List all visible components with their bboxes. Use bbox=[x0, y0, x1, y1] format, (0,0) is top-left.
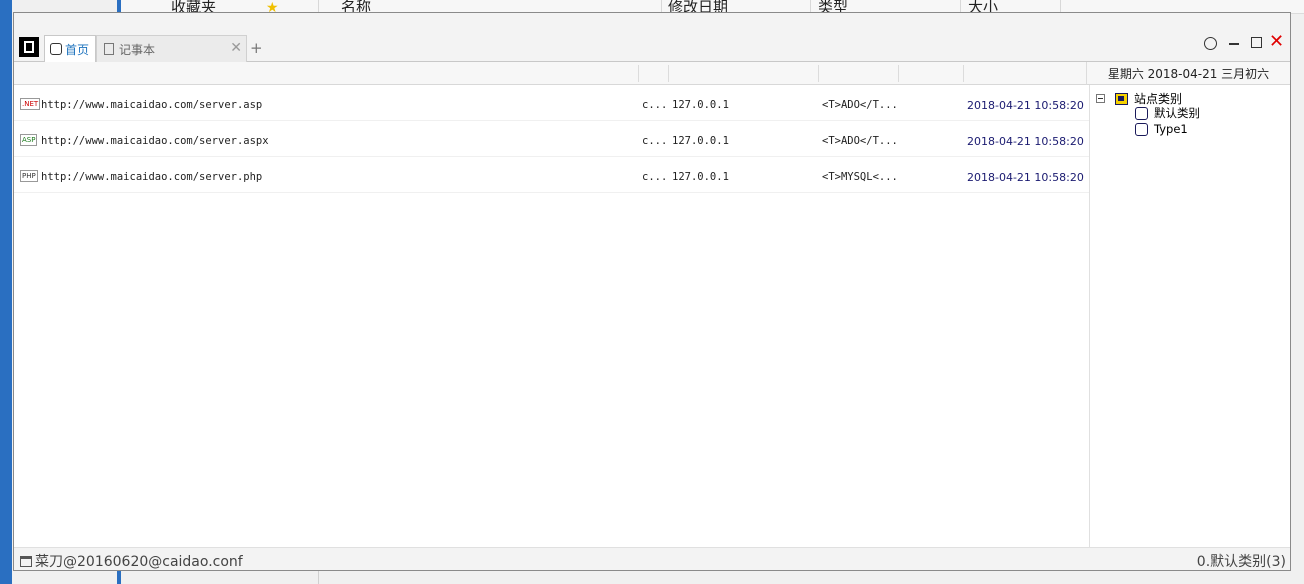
tree-item-label: 默认类别 bbox=[1154, 106, 1200, 120]
status-config-text: 菜刀@20160620@caidao.conf bbox=[35, 554, 243, 570]
category-root-icon bbox=[1115, 92, 1128, 105]
app-logo-icon[interactable] bbox=[19, 37, 39, 57]
table-row[interactable]: ASP http://www.maicaidao.com/server.aspx… bbox=[14, 121, 1089, 157]
tab-notepad[interactable]: 记事本 ✕ bbox=[96, 35, 247, 63]
row-db-type: <T>MYSQL<... bbox=[822, 171, 898, 183]
row-url: http://www.maicaidao.com/server.asp bbox=[41, 99, 263, 111]
row-config: c... bbox=[642, 99, 668, 111]
row-db-type: <T>ADO</T... bbox=[822, 135, 898, 147]
background-bottom-area bbox=[121, 570, 1304, 584]
row-ip: 127.0.0.1 bbox=[672, 99, 729, 111]
tab-notepad-label: 记事本 bbox=[119, 42, 156, 57]
status-bar: 菜刀@20160620@caidao.conf 0.默认类别(3) bbox=[14, 547, 1290, 570]
tree-item-label: Type1 bbox=[1154, 122, 1188, 136]
status-category-count: 0.默认类别(3) bbox=[1196, 554, 1286, 570]
maximize-icon[interactable] bbox=[1251, 37, 1262, 48]
background-bottom-separator bbox=[318, 570, 319, 584]
caidao-app-window: 首页 记事本 ✕ + ✕ 星期六 2018-04-21 三月初六 .NET ht… bbox=[13, 12, 1291, 571]
category-tree: 站点类别 默认类别 Type1 bbox=[1090, 85, 1290, 547]
asp-icon: ASP bbox=[20, 134, 38, 146]
home-tab-icon bbox=[50, 43, 62, 55]
column-separator[interactable] bbox=[668, 65, 669, 82]
tab-home-label: 首页 bbox=[65, 42, 90, 57]
tab-close-icon[interactable]: ✕ bbox=[230, 40, 242, 56]
tree-item-default-category[interactable]: 默认类别 bbox=[1135, 105, 1200, 121]
row-db-type: <T>ADO</T... bbox=[822, 99, 898, 111]
close-window-icon[interactable]: ✕ bbox=[1269, 31, 1284, 52]
dotnet-icon: .NET bbox=[20, 98, 41, 110]
column-separator[interactable] bbox=[638, 65, 639, 82]
table-row[interactable]: .NET http://www.maicaidao.com/server.asp… bbox=[14, 85, 1089, 121]
date-header: 星期六 2018-04-21 三月初六 bbox=[1086, 62, 1290, 85]
window-icon bbox=[20, 555, 32, 567]
column-separator[interactable] bbox=[818, 65, 819, 82]
row-ip: 127.0.0.1 bbox=[672, 135, 729, 147]
php-icon: PHP bbox=[20, 170, 38, 182]
row-url: http://www.maicaidao.com/server.php bbox=[41, 171, 263, 183]
row-url: http://www.maicaidao.com/server.aspx bbox=[41, 135, 269, 147]
column-separator[interactable] bbox=[898, 65, 899, 82]
tree-item-type1[interactable]: Type1 bbox=[1135, 122, 1188, 136]
background-window-border bbox=[0, 0, 12, 584]
column-separator[interactable] bbox=[963, 65, 964, 82]
list-column-header bbox=[14, 62, 1086, 85]
row-config: c... bbox=[642, 171, 668, 183]
row-ip: 127.0.0.1 bbox=[672, 171, 729, 183]
category-icon bbox=[1135, 122, 1148, 136]
add-tab-button[interactable]: + bbox=[250, 39, 263, 57]
row-time: 2018-04-21 10:58:20 bbox=[967, 171, 1084, 184]
minimize-icon[interactable] bbox=[1229, 43, 1239, 45]
site-list: .NET http://www.maicaidao.com/server.asp… bbox=[14, 85, 1090, 547]
row-config: c... bbox=[642, 135, 668, 147]
row-time: 2018-04-21 10:58:20 bbox=[967, 99, 1084, 112]
row-time: 2018-04-21 10:58:20 bbox=[967, 135, 1084, 148]
tab-home[interactable]: 首页 bbox=[44, 35, 96, 63]
collapse-toggle-icon[interactable] bbox=[1096, 94, 1105, 103]
title-bar: 首页 记事本 ✕ + ✕ bbox=[14, 13, 1290, 63]
status-config: 菜刀@20160620@caidao.conf bbox=[20, 551, 243, 571]
circle-button-icon[interactable] bbox=[1204, 37, 1217, 50]
category-icon bbox=[1135, 106, 1148, 120]
document-icon bbox=[104, 43, 114, 55]
table-row[interactable]: PHP http://www.maicaidao.com/server.php … bbox=[14, 157, 1089, 193]
